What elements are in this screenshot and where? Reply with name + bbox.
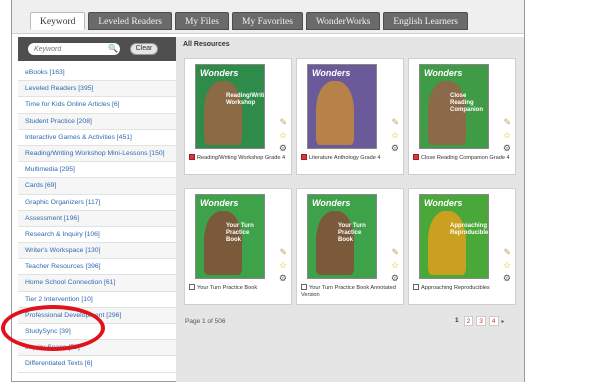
resource-card[interactable]: Wonders Your Turn Practice Book ✎ ☆ ⚙ Yo… [296,188,404,305]
cover-logo: Wonders [312,198,351,208]
pencil-icon[interactable]: ✎ [503,247,511,257]
right-panel [524,0,591,382]
cover-art [428,211,466,275]
top-toolbar: Keyword Leveled Readers My Files My Favo… [12,0,524,34]
next-page-icon[interactable]: ▸ [502,318,505,325]
pencil-icon[interactable]: ✎ [279,117,287,127]
category-leveled-readers[interactable]: Leveled Readers [395] [18,81,176,98]
tab-keyword[interactable]: Keyword [30,12,86,30]
cover-subtitle: Your Turn Practice Book [338,223,366,243]
page-4-link[interactable]: 4 [488,316,499,326]
category-multimedia[interactable]: Multimedia [295] [18,162,176,179]
resource-card[interactable]: Wonders Approaching Reproducibles ✎ ☆ ⚙ … [408,188,516,305]
cover-art [204,81,242,145]
pencil-icon[interactable]: ✎ [279,247,287,257]
card-caption[interactable]: Your Turn Practice Book [197,285,257,291]
cover-logo: Wonders [200,68,239,78]
cover-subtitle: Close Reading Companion [450,93,483,113]
cover-logo: Wonders [424,198,463,208]
category-cards[interactable]: Cards [69] [18,178,176,195]
book-cover[interactable]: Wonders Close Reading Companion [419,64,489,149]
pencil-icon[interactable]: ✎ [391,117,399,127]
tab-english-learners[interactable]: English Learners [383,12,468,30]
cover-art [316,81,354,145]
gear-icon[interactable]: ⚙ [503,273,511,283]
book-cover[interactable]: Wonders Reading/Writing Workshop [195,64,265,149]
category-research-inquiry[interactable]: Research & Inquiry [106] [18,227,176,244]
clear-button[interactable]: Clear [130,43,158,55]
resources-panel: All Resources Wonders Reading/Writing Wo… [176,37,524,382]
pencil-icon[interactable]: ✎ [503,117,511,127]
tab-leveled-readers[interactable]: Leveled Readers [88,12,172,30]
category-sidebar: 🔍 Clear eBooks [163] Leveled Readers [39… [18,37,176,373]
category-differentiated-texts[interactable]: Differentiated Texts [6] [18,356,176,373]
category-tier-2[interactable]: Tier 2 Intervention [10] [18,292,176,308]
gear-icon[interactable]: ⚙ [279,273,287,283]
resource-card[interactable]: Wonders ✎ ☆ ⚙ Literature Anthology Grade… [296,58,404,175]
category-time-for-kids[interactable]: Time for Kids Online Articles [6] [18,97,176,114]
page-1-link[interactable]: 1 [453,316,461,326]
book-icon [413,154,419,160]
resource-card[interactable]: Wonders Your Turn Practice Book ✎ ☆ ⚙ Yo… [184,188,292,305]
tab-my-files[interactable]: My Files [174,12,229,30]
star-icon[interactable]: ☆ [279,130,287,140]
category-studysync[interactable]: StudySync [39] [18,324,176,341]
search-bar: 🔍 Clear [18,37,176,61]
document-icon [301,284,307,290]
gear-icon[interactable]: ⚙ [391,143,399,153]
resource-card[interactable]: Wonders Reading/Writing Workshop ✎ ☆ ⚙ R… [184,58,292,175]
card-caption[interactable]: Your Turn Practice Book Annotated Versio… [301,285,396,298]
category-student-practice[interactable]: Student Practice [208] [18,113,176,130]
tab-wonderworks[interactable]: WonderWorks [305,12,381,30]
card-caption[interactable]: Literature Anthology Grade 4 [309,155,381,161]
tab-bar: Keyword Leveled Readers My Files My Favo… [30,12,468,30]
book-icon [189,154,195,160]
pencil-icon[interactable]: ✎ [391,247,399,257]
book-cover[interactable]: Wonders Your Turn Practice Book [195,194,265,279]
category-assessment[interactable]: Assessment [196] [18,210,176,227]
category-professional-development[interactable]: Professional Development [296] [18,307,176,324]
gear-icon[interactable]: ⚙ [391,273,399,283]
section-title: All Resources [183,41,230,48]
cover-logo: Wonders [424,68,463,78]
document-icon [413,284,419,290]
star-icon[interactable]: ☆ [279,260,287,270]
resource-card[interactable]: Wonders Close Reading Companion ✎ ☆ ⚙ Cl… [408,58,516,175]
category-writers-workspace[interactable]: Writer's Workspace [130] [18,243,176,260]
category-home-school[interactable]: Home School Connection [61] [18,275,176,292]
category-graphic-organizers[interactable]: Graphic Organizers [117] [18,195,176,211]
cover-logo: Wonders [312,68,351,78]
category-list: eBooks [163] Leveled Readers [395] Time … [18,65,176,373]
page-3-link[interactable]: 3 [476,316,486,326]
cover-subtitle: Reading/Writing Workshop [226,93,265,106]
star-icon[interactable]: ☆ [503,260,511,270]
star-icon[interactable]: ☆ [391,130,399,140]
search-input[interactable] [28,43,120,55]
gear-icon[interactable]: ⚙ [503,143,511,153]
book-cover[interactable]: Wonders Approaching Reproducibles [419,194,489,279]
card-caption[interactable]: Approaching Reproducibles [421,285,490,291]
star-icon[interactable]: ☆ [391,260,399,270]
cover-subtitle: Approaching Reproducibles [450,223,489,236]
category-teacher-resources[interactable]: Teacher Resources [396] [18,259,176,276]
page-2-link[interactable]: 2 [463,316,474,326]
cover-subtitle: Your Turn Practice Book [226,223,254,243]
page-count: Page 1 of 506 [185,318,226,325]
card-caption[interactable]: Reading/Writing Workshop Grade 4 [197,155,285,161]
pagination: 1 2 3 4 ▸ [453,316,505,326]
gear-icon[interactable]: ⚙ [279,143,287,153]
category-inquiry-space[interactable]: Inquiry Space [59] [18,340,176,357]
book-cover[interactable]: Wonders Your Turn Practice Book [307,194,377,279]
star-icon[interactable]: ☆ [503,130,511,140]
category-ebooks[interactable]: eBooks [163] [18,65,176,82]
book-cover[interactable]: Wonders [307,64,377,149]
tab-my-favorites[interactable]: My Favorites [232,12,303,30]
book-icon [301,154,307,160]
search-icon[interactable]: 🔍 [108,43,118,55]
cover-logo: Wonders [200,198,239,208]
card-caption[interactable]: Close Reading Companion Grade 4 [421,155,510,161]
category-interactive-games[interactable]: Interactive Games & Activities [451] [18,130,176,146]
category-mini-lessons[interactable]: Reading/Writing Workshop Mini-Lessons [1… [18,145,176,163]
document-icon [189,284,195,290]
